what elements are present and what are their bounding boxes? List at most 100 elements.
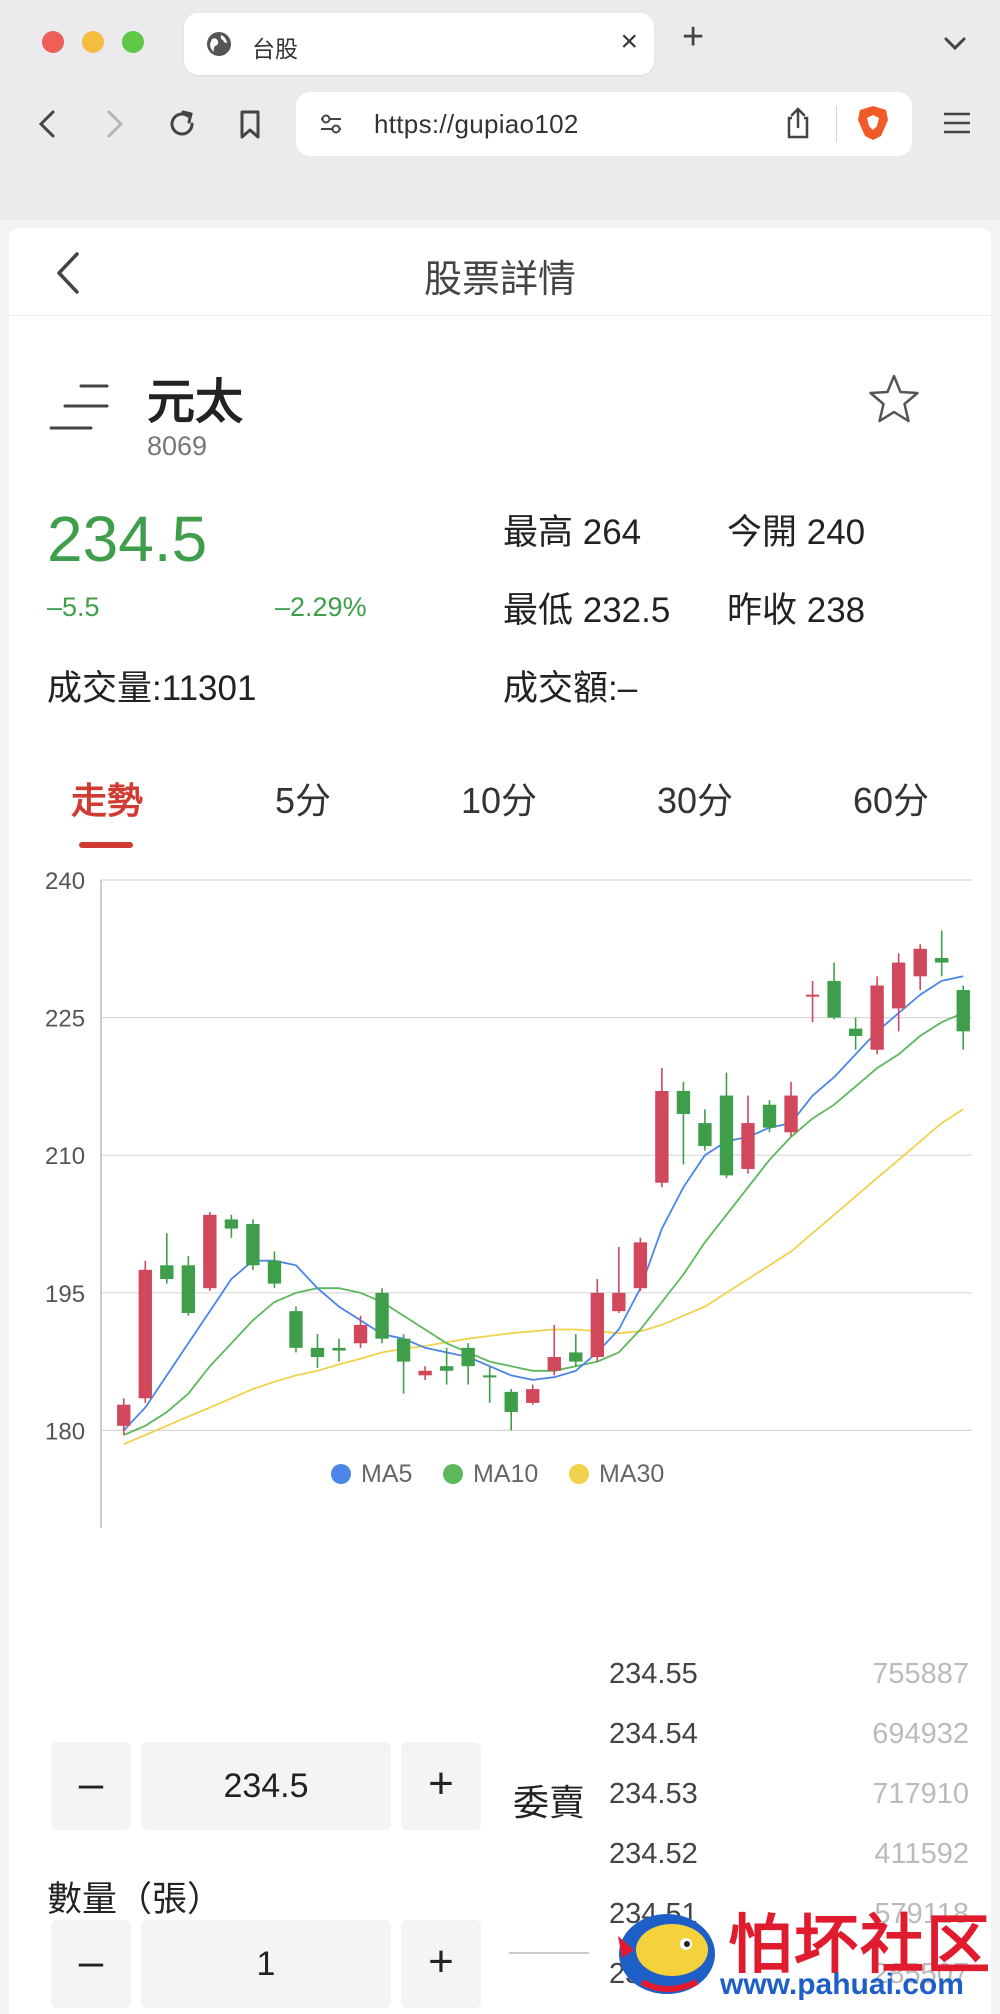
- quantity-label: 數量（張）: [47, 1880, 223, 1919]
- minimize-window-button[interactable]: [82, 31, 104, 53]
- candle-body: [956, 990, 970, 1032]
- legend-dot: [331, 1464, 351, 1484]
- price-input[interactable]: 234.5: [141, 1742, 391, 1830]
- legend-ma5[interactable]: MA5: [331, 1460, 412, 1489]
- candle-body: [676, 1090, 691, 1114]
- candle-body: [439, 1366, 454, 1371]
- divider: [836, 106, 837, 142]
- back-icon[interactable]: [28, 104, 68, 144]
- candle-body: [267, 1260, 282, 1284]
- candle-body: [590, 1292, 604, 1358]
- candle-body: [741, 1123, 755, 1169]
- candle-body: [224, 1219, 239, 1229]
- ask-row[interactable]: 234.53 717910: [609, 1778, 969, 1822]
- price-stepper: – 234.5 +: [51, 1742, 481, 1830]
- ask-volume: 755887: [872, 1658, 969, 1690]
- candle-body: [913, 948, 927, 977]
- chart-legend: MA5 MA10 MA30: [9, 1460, 991, 1500]
- price-increase-button[interactable]: +: [401, 1742, 481, 1830]
- legend-dot: [569, 1464, 589, 1484]
- ask-label: 委賣: [513, 1782, 586, 1823]
- candle-body: [203, 1214, 217, 1289]
- candle-body: [891, 962, 906, 1009]
- candle-body: [633, 1242, 648, 1289]
- share-icon[interactable]: [782, 106, 814, 140]
- forward-icon[interactable]: [94, 104, 134, 144]
- ask-price: 234.52: [609, 1838, 698, 1870]
- legend-label: MA30: [599, 1460, 665, 1488]
- ask-price: 234.53: [609, 1778, 698, 1810]
- ask-row[interactable]: 234.52 411592: [609, 1838, 969, 1882]
- quantity-input[interactable]: 1: [141, 1920, 391, 2008]
- candle-body: [289, 1311, 303, 1348]
- bookmark-icon[interactable]: [230, 104, 270, 144]
- brave-shield-icon[interactable]: [856, 104, 890, 142]
- chevron-down-icon[interactable]: [940, 28, 970, 58]
- candle-body: [870, 985, 884, 1050]
- candle-body: [332, 1347, 346, 1351]
- legend-label: MA10: [473, 1460, 539, 1488]
- watermark: 怕坏社区 www.pahuai.com: [608, 1890, 1000, 2014]
- quantity-decrease-button[interactable]: –: [51, 1920, 131, 2008]
- candle-body: [461, 1347, 475, 1367]
- quantity-stepper: – 1 +: [51, 1920, 481, 2008]
- legend-label: MA5: [361, 1460, 413, 1488]
- browser-chrome: 台股 × + https://gupiao102: [0, 0, 1000, 220]
- site-settings-icon[interactable]: [318, 111, 344, 137]
- ask-row[interactable]: 234.55 755887: [609, 1658, 969, 1702]
- candle-body: [160, 1265, 174, 1280]
- candle-body: [719, 1095, 734, 1176]
- y-tick-label: 210: [45, 1143, 85, 1170]
- candle-body: [848, 1028, 863, 1036]
- candle-body: [181, 1265, 196, 1313]
- ask-price: 234.54: [609, 1718, 698, 1750]
- tab-title: 台股: [252, 36, 298, 62]
- divider: [509, 1952, 589, 1954]
- candle-body: [805, 994, 820, 997]
- ask-volume: 717910: [872, 1778, 969, 1810]
- close-tab-icon[interactable]: ×: [620, 25, 638, 59]
- candle-body: [612, 1292, 626, 1312]
- quantity-increase-button[interactable]: +: [401, 1920, 481, 2008]
- candle-body: [396, 1338, 411, 1362]
- legend-ma30[interactable]: MA30: [569, 1460, 664, 1489]
- candle-body: [504, 1391, 518, 1413]
- stock-detail-page: 股票詳情 元太 8069 234.5 –5.5 –2.29% 最高 264 今開…: [9, 228, 991, 2014]
- candle-body: [483, 1375, 497, 1378]
- candle-body: [310, 1347, 325, 1358]
- candle-body: [762, 1104, 777, 1128]
- globe-icon: [207, 32, 231, 56]
- url-text[interactable]: https://gupiao102: [374, 109, 579, 140]
- candle-body: [698, 1123, 712, 1147]
- candlestick-chart[interactable]: 240225210195180165: [9, 228, 991, 1528]
- ma5-line: [123, 975, 964, 1432]
- legend-ma10[interactable]: MA10: [443, 1460, 538, 1489]
- legend-dot: [443, 1464, 463, 1484]
- candle-body: [375, 1292, 389, 1339]
- candle-body: [655, 1090, 669, 1183]
- candle-body: [547, 1357, 561, 1371]
- candle-body: [827, 980, 841, 1018]
- candle-body: [246, 1224, 260, 1266]
- browser-tab[interactable]: 台股 ×: [184, 13, 654, 75]
- watermark-url: www.pahuai.com: [720, 1968, 964, 2001]
- candle-body: [353, 1324, 368, 1344]
- menu-icon[interactable]: [940, 108, 974, 138]
- candle-body: [569, 1352, 583, 1362]
- close-window-button[interactable]: [42, 31, 64, 53]
- ask-price: 234.55: [609, 1658, 698, 1690]
- candle-body: [418, 1370, 432, 1376]
- ma30-line: [123, 1108, 964, 1446]
- reload-icon[interactable]: [162, 104, 202, 144]
- y-tick-label: 225: [45, 1006, 85, 1033]
- ask-volume: 694932: [872, 1718, 969, 1750]
- candle-body: [935, 957, 949, 963]
- candle-body: [117, 1404, 131, 1426]
- ask-row[interactable]: 234.54 694932: [609, 1718, 969, 1762]
- y-tick-label: 195: [45, 1281, 85, 1308]
- new-tab-button[interactable]: +: [682, 18, 704, 56]
- zoom-window-button[interactable]: [122, 31, 144, 53]
- y-tick-label: 180: [45, 1418, 85, 1445]
- price-decrease-button[interactable]: –: [51, 1742, 131, 1830]
- address-bar[interactable]: https://gupiao102: [296, 92, 912, 156]
